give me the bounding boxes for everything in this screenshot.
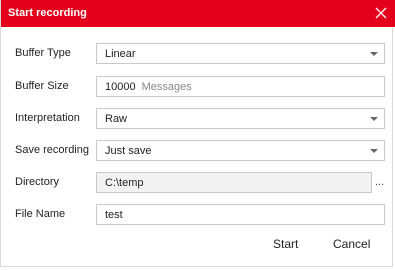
directory-label: Directory: [15, 176, 60, 188]
start-button[interactable]: Start: [273, 237, 298, 251]
buffer-size-unit: Messages: [141, 81, 192, 93]
browse-directory-button[interactable]: ...: [375, 176, 384, 188]
file-name-value: test: [105, 209, 123, 221]
start-recording-dialog: Start recording Buffer Type Linear Buffe…: [0, 0, 395, 267]
buffer-size-label: Buffer Size: [15, 80, 69, 92]
buffer-size-value-group: 10000 Messages: [105, 81, 192, 93]
save-recording-value: Just save: [105, 145, 152, 157]
directory-value: C:\temp: [105, 177, 144, 189]
buffer-type-select[interactable]: Linear: [96, 43, 385, 64]
chevron-down-icon: [370, 149, 378, 153]
interpretation-value: Raw: [105, 113, 128, 125]
save-recording-label: Save recording: [15, 144, 89, 156]
interpretation-label: Interpretation: [15, 112, 80, 124]
dialog-titlebar: Start recording: [1, 0, 395, 27]
close-icon[interactable]: [372, 4, 390, 22]
file-name-label: File Name: [15, 208, 66, 220]
dialog-title: Start recording: [8, 7, 87, 19]
directory-field: C:\temp: [96, 172, 372, 193]
file-name-input[interactable]: test: [96, 204, 385, 225]
chevron-down-icon: [370, 117, 378, 121]
cancel-button[interactable]: Cancel: [333, 237, 370, 251]
save-recording-select[interactable]: Just save: [96, 140, 385, 161]
interpretation-select[interactable]: Raw: [96, 108, 385, 129]
buffer-type-label: Buffer Type: [15, 47, 71, 59]
buffer-size-input[interactable]: 10000 Messages: [96, 76, 385, 97]
buffer-type-value: Linear: [105, 48, 136, 60]
chevron-down-icon: [370, 52, 378, 56]
buffer-size-value: 10000: [105, 81, 136, 93]
